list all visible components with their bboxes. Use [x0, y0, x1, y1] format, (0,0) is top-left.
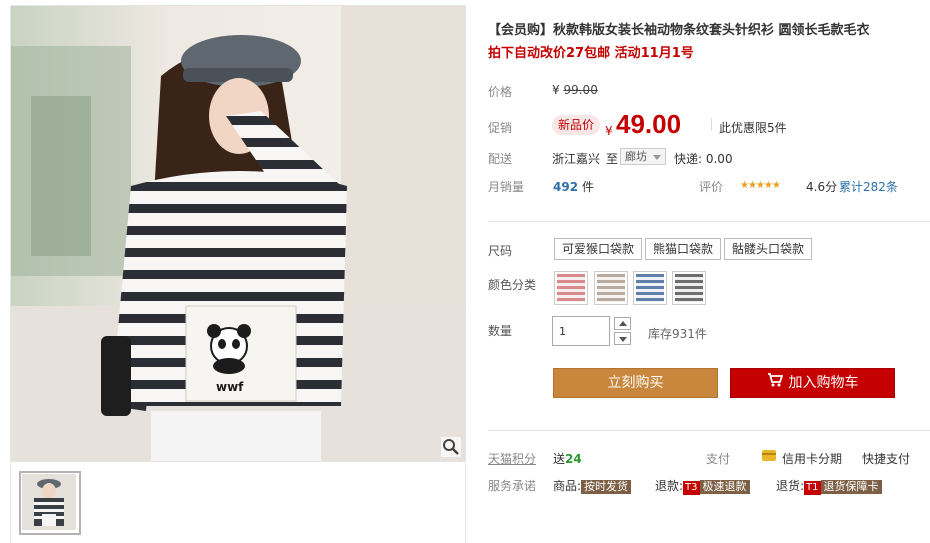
svg-text:wwf: wwf: [216, 380, 244, 394]
promo-currency: ¥: [605, 124, 613, 138]
thumbnail-1[interactable]: [19, 471, 81, 535]
section-divider: [488, 221, 930, 222]
shipping-fee: 快递: 0.00: [674, 152, 733, 166]
color-option-pink[interactable]: [554, 271, 588, 305]
service-label: 服务承诺: [488, 479, 537, 493]
add-to-cart-button[interactable]: 加入购物车: [730, 368, 895, 398]
size-option-monkey[interactable]: 可爱猴口袋款: [554, 238, 643, 260]
price-divider: [711, 118, 712, 131]
original-price: ¥ 99.00: [552, 83, 598, 97]
promo-subtitle: 拍下自动改价27包邮 活动11月1号: [488, 46, 694, 61]
add-to-cart-label: 加入购物车: [788, 375, 859, 391]
service-return: 退货: T1 退货保障卡: [776, 477, 882, 495]
service-goods: 商品: 按时发货: [553, 477, 632, 494]
rating-score: 4.6分: [806, 180, 838, 194]
review-count-link[interactable]: 累计282条: [839, 178, 898, 195]
chevron-up-icon: [619, 321, 627, 326]
swatch-pink-stripe: [557, 274, 585, 302]
chevron-down-icon: [653, 155, 661, 160]
swatch-grey-stripe: [675, 274, 703, 302]
rating-stars-icon: ★★★★★: [740, 180, 781, 191]
monthly-sales-label: 月销量: [488, 180, 525, 194]
points-prefix: 送: [553, 452, 566, 466]
tmall-points-link[interactable]: 天猫积分: [488, 450, 536, 467]
chevron-down-icon: [619, 337, 627, 342]
promotion-label: 促销: [488, 121, 513, 135]
new-price-tag: 新品价: [552, 115, 601, 135]
stock-count: 库存931件: [648, 327, 707, 341]
delivery-label: 配送: [488, 152, 513, 166]
main-product-image[interactable]: wwf: [10, 5, 466, 462]
swatch-blue-stripe: [636, 274, 664, 302]
points-value: 送24: [553, 450, 582, 467]
quantity-input[interactable]: [552, 316, 610, 346]
delivery-origin: 浙江嘉兴: [552, 152, 601, 166]
quantity-decrease-button[interactable]: [614, 332, 631, 345]
color-option-blue[interactable]: [633, 271, 667, 305]
destination-value: 廊坊: [625, 150, 647, 163]
thumbnail-strip: [10, 463, 466, 543]
monthly-sales-unit: 件: [581, 180, 594, 194]
destination-select[interactable]: 廊坊: [620, 148, 666, 165]
thumbnail-image: [22, 474, 76, 530]
quantity-label: 数量: [488, 324, 513, 338]
color-label: 颜色分类: [488, 278, 537, 292]
size-option-skull[interactable]: 骷髅头口袋款: [724, 238, 813, 260]
buy-now-button[interactable]: 立刻购买: [553, 368, 718, 398]
credit-card-icon: [762, 450, 776, 461]
fast-refund-badge[interactable]: 极速退款: [699, 480, 750, 494]
payment-label: 支付: [706, 452, 731, 466]
monthly-sales: 492 件: [553, 178, 594, 195]
quantity-increase-button[interactable]: [614, 317, 631, 330]
cart-icon: [767, 369, 783, 397]
zoom-icon[interactable]: [441, 437, 461, 457]
refund-t3-badge: T3: [683, 481, 700, 495]
service-refund: 退款: T3 极速退款: [655, 477, 750, 495]
return-t1-badge: T1: [804, 481, 821, 495]
service-goods-label: 商品:: [553, 479, 582, 493]
original-price-value: 99.00: [563, 83, 598, 97]
price-label: 价格: [488, 85, 513, 99]
product-title: 【会员购】秋款韩版女装长袖动物条纹套头针织衫 圆领长毛款毛衣: [488, 23, 870, 38]
on-time-shipping-badge[interactable]: 按时发货: [581, 480, 632, 494]
quick-pay-option[interactable]: 快捷支付: [862, 450, 910, 467]
swatch-beige-stripe: [597, 274, 625, 302]
service-return-label: 退货:: [776, 479, 805, 493]
product-photo: wwf: [11, 6, 465, 461]
color-option-grey[interactable]: [672, 271, 706, 305]
service-refund-label: 退款:: [655, 479, 684, 493]
section-divider-bottom: [488, 430, 930, 431]
delivery-to-word: 至: [606, 152, 619, 166]
original-price-currency: ¥: [552, 83, 560, 97]
installment-option[interactable]: 信用卡分期: [782, 450, 842, 467]
size-option-panda[interactable]: 熊猫口袋款: [645, 238, 722, 260]
promo-price: 49.00: [616, 109, 682, 139]
return-guarantee-badge[interactable]: 退货保障卡: [820, 480, 882, 494]
promo-limit-note: 此优惠限5件: [719, 121, 787, 135]
color-option-beige[interactable]: [594, 271, 628, 305]
size-label: 尺码: [488, 244, 513, 258]
monthly-sales-count: 492: [553, 180, 579, 194]
rating-label: 评价: [699, 180, 724, 194]
points-number: 24: [565, 452, 582, 466]
